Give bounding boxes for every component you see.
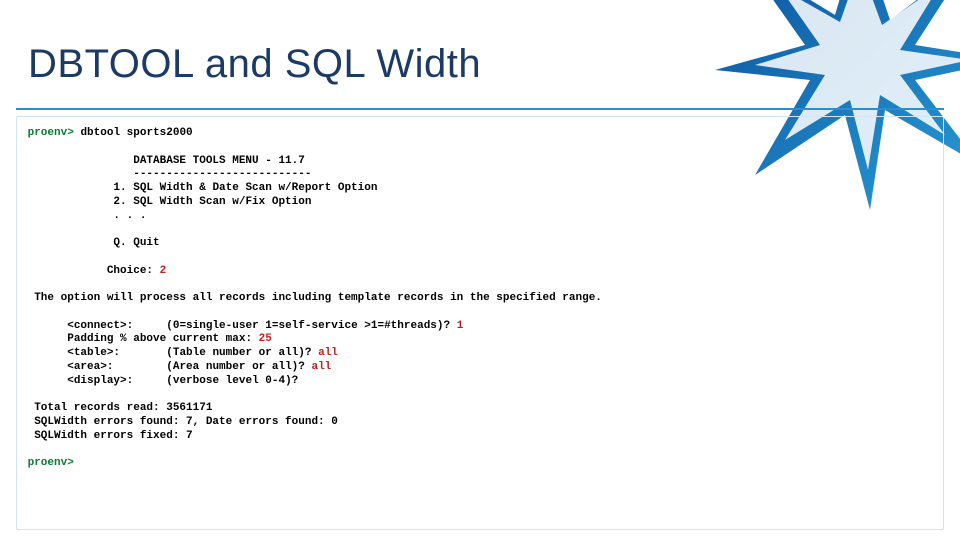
table-prompt: (Table number or all)? xyxy=(166,347,318,359)
display-prompt: (verbose level 0-4)? xyxy=(166,375,298,387)
menu-quit: Q. Quit xyxy=(113,237,159,249)
result-line-3: SQLWidth errors fixed: 7 xyxy=(34,430,192,442)
area-prompt: (Area number or all)? xyxy=(166,361,311,373)
result-line-2: SQLWidth errors found: 7, Date errors fo… xyxy=(34,416,338,428)
title-divider xyxy=(16,108,944,110)
area-label: <area>: xyxy=(67,361,113,373)
page-title: DBTOOL and SQL Width xyxy=(28,42,481,87)
choice-value: 2 xyxy=(160,265,167,277)
choice-label: Choice: xyxy=(107,265,160,277)
connect-answer: 1 xyxy=(457,320,464,332)
command-1: dbtool sports2000 xyxy=(80,127,192,139)
menu-item-1: 1. SQL Width & Date Scan w/Report Option xyxy=(113,182,377,194)
menu-divider: --------------------------- xyxy=(133,168,311,180)
prompt-1: proenv> xyxy=(28,127,74,139)
area-answer: all xyxy=(311,361,331,373)
option-description: The option will process all records incl… xyxy=(34,292,602,304)
connect-prompt: (0=single-user 1=self-service >1=#thread… xyxy=(166,320,456,332)
terminal-output: proenv> dbtool sports2000 DATABASE TOOLS… xyxy=(16,116,944,530)
menu-ellipsis: . . . xyxy=(113,210,146,222)
table-label: <table>: xyxy=(67,347,120,359)
display-label: <display>: xyxy=(67,375,133,387)
connect-label: <connect>: xyxy=(67,320,133,332)
table-answer: all xyxy=(318,347,338,359)
menu-header: DATABASE TOOLS MENU - 11.7 xyxy=(133,155,305,167)
menu-item-2: 2. SQL Width Scan w/Fix Option xyxy=(113,196,311,208)
result-line-1: Total records read: 3561171 xyxy=(34,402,212,414)
padding-value: 25 xyxy=(259,333,272,345)
padding-label: Padding % above current max: xyxy=(67,333,258,345)
prompt-2: proenv> xyxy=(28,457,74,469)
